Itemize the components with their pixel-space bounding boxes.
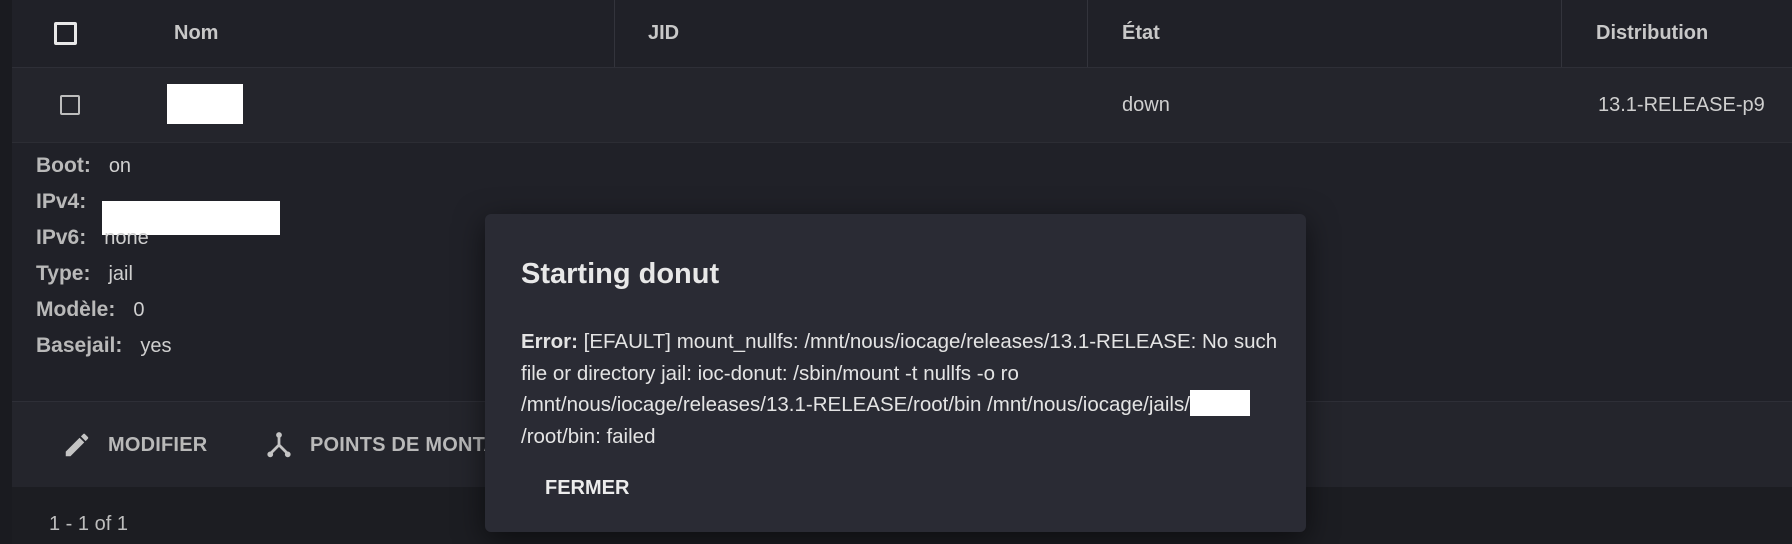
error-message-part-2: /root/bin: failed [521,424,656,448]
column-separator [614,0,615,67]
detail-key: IPv6: [36,226,87,249]
column-separator [1561,0,1562,67]
row-state: down [1122,94,1170,116]
detail-ipv6: IPv6: none [36,220,149,256]
close-button[interactable]: FERMER [521,468,653,508]
detail-key: Basejail: [36,334,123,357]
detail-key: IPv4: [36,190,87,213]
row-select-checkbox[interactable] [60,95,80,115]
detail-key: Modèle: [36,298,116,321]
detail-type: Type: jail [36,256,133,292]
mounts-button[interactable]: POINTS DE MONTA [264,402,498,488]
detail-ipv4: IPv4: [36,184,86,220]
error-message-part-1: [EFAULT] mount_nullfs: /mnt/nous/iocage/… [521,330,1278,416]
error-label: Error: [521,330,578,353]
detail-value: jail [108,263,133,285]
detail-value: none [104,227,149,249]
detail-value: yes [140,335,172,357]
dialog-message: Error: [EFAULT] mount_nullfs: /mnt/nous/… [521,326,1281,452]
detail-value: on [108,155,132,177]
column-header-state[interactable]: État [1122,0,1160,67]
redacted-name [167,84,243,124]
column-header-jid[interactable]: JID [648,0,679,67]
select-all-checkbox[interactable] [54,22,77,45]
detail-basejail: Basejail: yes [36,328,172,364]
detail-value: 0 [133,299,145,321]
edit-button[interactable]: MODIFIER [62,402,207,488]
detail-key: Type: [36,262,91,285]
column-header-distribution[interactable]: Distribution [1596,0,1708,67]
column-header-name[interactable]: Nom [174,0,218,67]
detail-boot: Boot: on [36,148,131,184]
pagination-range: 1 - 1 of 1 [49,513,128,535]
mounts-button-label: POINTS DE MONTA [310,433,499,456]
detail-key: Boot: [36,154,91,177]
dialog-title: Starting donut [521,258,720,290]
app-frame: Nom JID État Distribution down 13.1-RELE… [0,0,1792,544]
pencil-icon [65,433,89,457]
column-separator [1087,0,1088,67]
start-error-dialog: Starting donut Error: [EFAULT] mount_nul… [485,214,1306,532]
table-header: Nom JID État Distribution [12,0,1792,68]
detail-template: Modèle: 0 [36,292,144,328]
row-distribution: 13.1-RELEASE-p9 [1598,94,1765,116]
redacted-jail-name [1189,390,1250,416]
fork-icon [267,432,291,458]
table-row[interactable]: down 13.1-RELEASE-p9 [12,68,1792,143]
edit-button-label: MODIFIER [108,433,208,456]
